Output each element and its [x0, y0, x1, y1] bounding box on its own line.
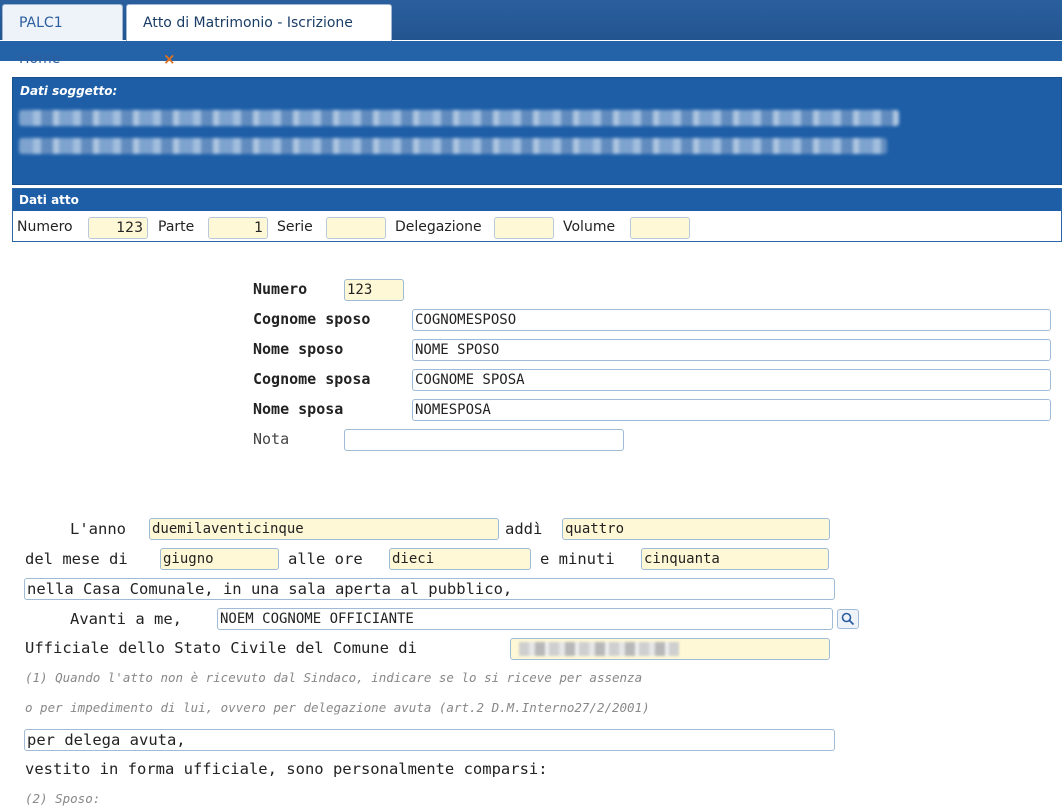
ore-label: alle ore	[288, 550, 363, 568]
mese-field[interactable]: giugno	[160, 548, 279, 570]
tab-label: Atto di Matrimonio - Iscrizione	[143, 15, 353, 31]
atto-title: Dati atto	[13, 189, 1061, 211]
search-icon	[841, 612, 855, 626]
atto-numero-label: Numero	[17, 219, 73, 235]
atto-serie-input[interactable]	[326, 217, 386, 239]
comune-field[interactable]	[510, 638, 830, 660]
atto-volume-label: Volume	[563, 219, 616, 235]
addi-field[interactable]: quattro	[562, 518, 830, 540]
luogo-field[interactable]: nella Casa Comunale, in una sala aperta …	[24, 578, 835, 600]
atto-parte-label: Parte	[158, 219, 195, 235]
tab-palc1-home[interactable]: PALC1 Home	[2, 4, 123, 67]
search-officiante-button[interactable]	[837, 609, 859, 629]
cognome-sposa-field[interactable]: COGNOME SPOSA	[412, 369, 1051, 391]
nome-sposa-label: Nome sposa	[253, 400, 344, 418]
note-1: (1) Quando l'atto non è ricevuto dal Sin…	[25, 670, 643, 685]
anno-label: L'anno	[70, 520, 126, 538]
delega-field[interactable]: per delega avuta,	[24, 729, 835, 751]
numero-field[interactable]: 123	[344, 279, 404, 301]
atto-delegazione-label: Delegazione	[395, 219, 482, 235]
close-icon[interactable]: ×	[163, 50, 176, 68]
cognome-sposo-field[interactable]: COGNOMESPOSO	[412, 309, 1051, 331]
nome-sposa-field[interactable]: NOMESPOSA	[412, 399, 1051, 421]
anno-field[interactable]: duemilaventicinque	[149, 518, 499, 540]
vestito-text: vestito in forma ufficiale, sono persona…	[25, 760, 548, 778]
addi-label: addì	[505, 520, 543, 538]
tab-atto-matrimonio[interactable]: Atto di Matrimonio - Iscrizione ×	[126, 4, 392, 68]
ore-field[interactable]: dieci	[389, 548, 531, 570]
atto-parte-input[interactable]: 1	[208, 217, 268, 239]
cognome-sposa-label: Cognome sposa	[253, 370, 371, 388]
atto-volume-input[interactable]	[630, 217, 690, 239]
atto-numero-input[interactable]: 123	[88, 217, 148, 239]
subject-panel: Dati soggetto:	[12, 77, 1062, 185]
atto-delegazione-input[interactable]	[494, 217, 554, 239]
minuti-field[interactable]: cinquanta	[641, 548, 829, 570]
note-2: o per impedimento di lui, ovvero per del…	[25, 700, 650, 715]
ufficiale-label: Ufficiale dello Stato Civile del Comune …	[25, 639, 417, 657]
tab-label: PALC1 Home	[19, 15, 63, 67]
avanti-label: Avanti a me,	[70, 610, 182, 628]
nota-field[interactable]	[344, 429, 624, 451]
redacted-subject-line-2	[19, 138, 887, 154]
subject-title: Dati soggetto:	[20, 84, 118, 98]
mese-label: del mese di	[25, 550, 128, 568]
minuti-label: e minuti	[540, 550, 615, 568]
redacted-subject-line-1	[19, 110, 899, 126]
officiante-field[interactable]: NOEM COGNOME OFFICIANTE	[217, 608, 833, 630]
nome-sposo-label: Nome sposo	[253, 340, 344, 358]
numero-label: Numero	[253, 280, 308, 298]
redacted-comune	[519, 642, 679, 656]
note-sposo: (2) Sposo:	[25, 791, 101, 806]
atto-serie-label: Serie	[277, 219, 313, 235]
nota-label: Nota	[253, 430, 290, 448]
atto-panel: Dati atto Numero 123 Parte 1 Serie Deleg…	[12, 188, 1062, 242]
cognome-sposo-label: Cognome sposo	[253, 310, 371, 328]
nome-sposo-field[interactable]: NOME SPOSO	[412, 339, 1051, 361]
